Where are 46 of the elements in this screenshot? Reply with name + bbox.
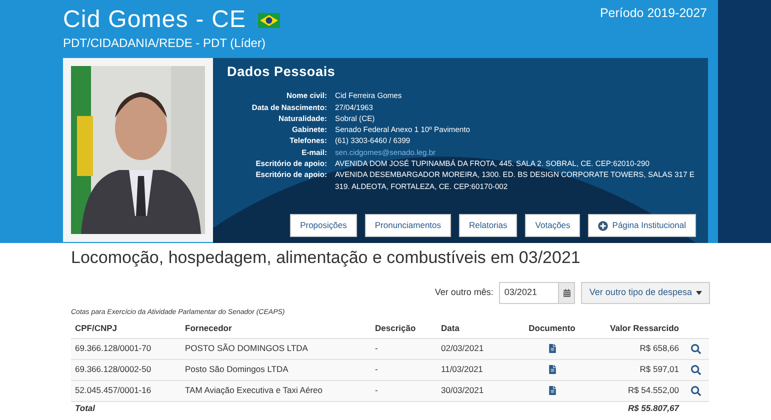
total-label: Total: [71, 401, 181, 415]
expense-type-dropdown[interactable]: Ver outro tipo de despesa: [581, 282, 710, 304]
table-cell: -: [371, 359, 437, 380]
month-field[interactable]: 03/2021: [499, 282, 576, 304]
table-cell: 30/03/2021: [437, 380, 507, 401]
table-cell: 52.045.457/0001-16: [71, 380, 181, 401]
document-icon[interactable]: [548, 344, 556, 353]
column-header: Descrição: [371, 319, 437, 338]
nav-button[interactable]: Pronunciamentos: [364, 214, 452, 237]
table-cell: R$ 658,66: [597, 338, 683, 359]
plus-icon: [598, 220, 608, 230]
search-icon[interactable]: [691, 386, 701, 396]
column-header: Documento: [507, 319, 597, 338]
flag-icon: [258, 12, 280, 28]
search-icon[interactable]: [691, 344, 701, 354]
table-cell: -: [371, 380, 437, 401]
table-cell: R$ 597,01: [597, 359, 683, 380]
nav-button[interactable]: Votações: [525, 214, 580, 237]
party-label: PDT/CIDADANIA/REDE - PDT (Líder): [63, 36, 266, 50]
senator-name: Cid Gomes - CE: [63, 5, 246, 35]
column-header: Valor Ressarcido: [597, 319, 683, 338]
table-cell: 11/03/2021: [437, 359, 507, 380]
nav-button[interactable]: Relatorias: [459, 214, 518, 237]
period-label: Período 2019-2027: [600, 5, 707, 22]
column-header: Fornecedor: [181, 319, 371, 338]
section-title: Dados Pessoais: [227, 63, 336, 81]
table-cell: 02/03/2021: [437, 338, 507, 359]
table-cell: 69.366.128/0002-50: [71, 359, 181, 380]
month-label: Ver outro mês:: [434, 286, 494, 300]
nav-button[interactable]: Página Institucional: [588, 214, 696, 237]
total-value: R$ 55.807,67: [597, 401, 683, 415]
page-heading: Locomoção, hospedagem, alimentação e combustíveis em 03/2021: [71, 247, 582, 269]
table-cell: -: [371, 338, 437, 359]
table-cell: 69.366.128/0001-70: [71, 338, 181, 359]
document-icon[interactable]: [548, 365, 556, 374]
nav-button[interactable]: Proposições: [290, 214, 357, 237]
calendar-icon: [562, 289, 571, 297]
column-header: CPF/CNPJ: [71, 319, 181, 338]
document-icon[interactable]: [548, 386, 556, 395]
caret-icon: [696, 291, 702, 295]
search-icon[interactable]: [691, 364, 701, 374]
table-cell: POSTO SÃO DOMINGOS LTDA: [181, 338, 371, 359]
table-cell: Posto São Domingos LTDA: [181, 359, 371, 380]
table-cell: TAM Aviação Executiva e Taxi Aéreo: [181, 380, 371, 401]
table-cell: R$ 54.552,00: [597, 380, 683, 401]
column-header: Data: [437, 319, 507, 338]
